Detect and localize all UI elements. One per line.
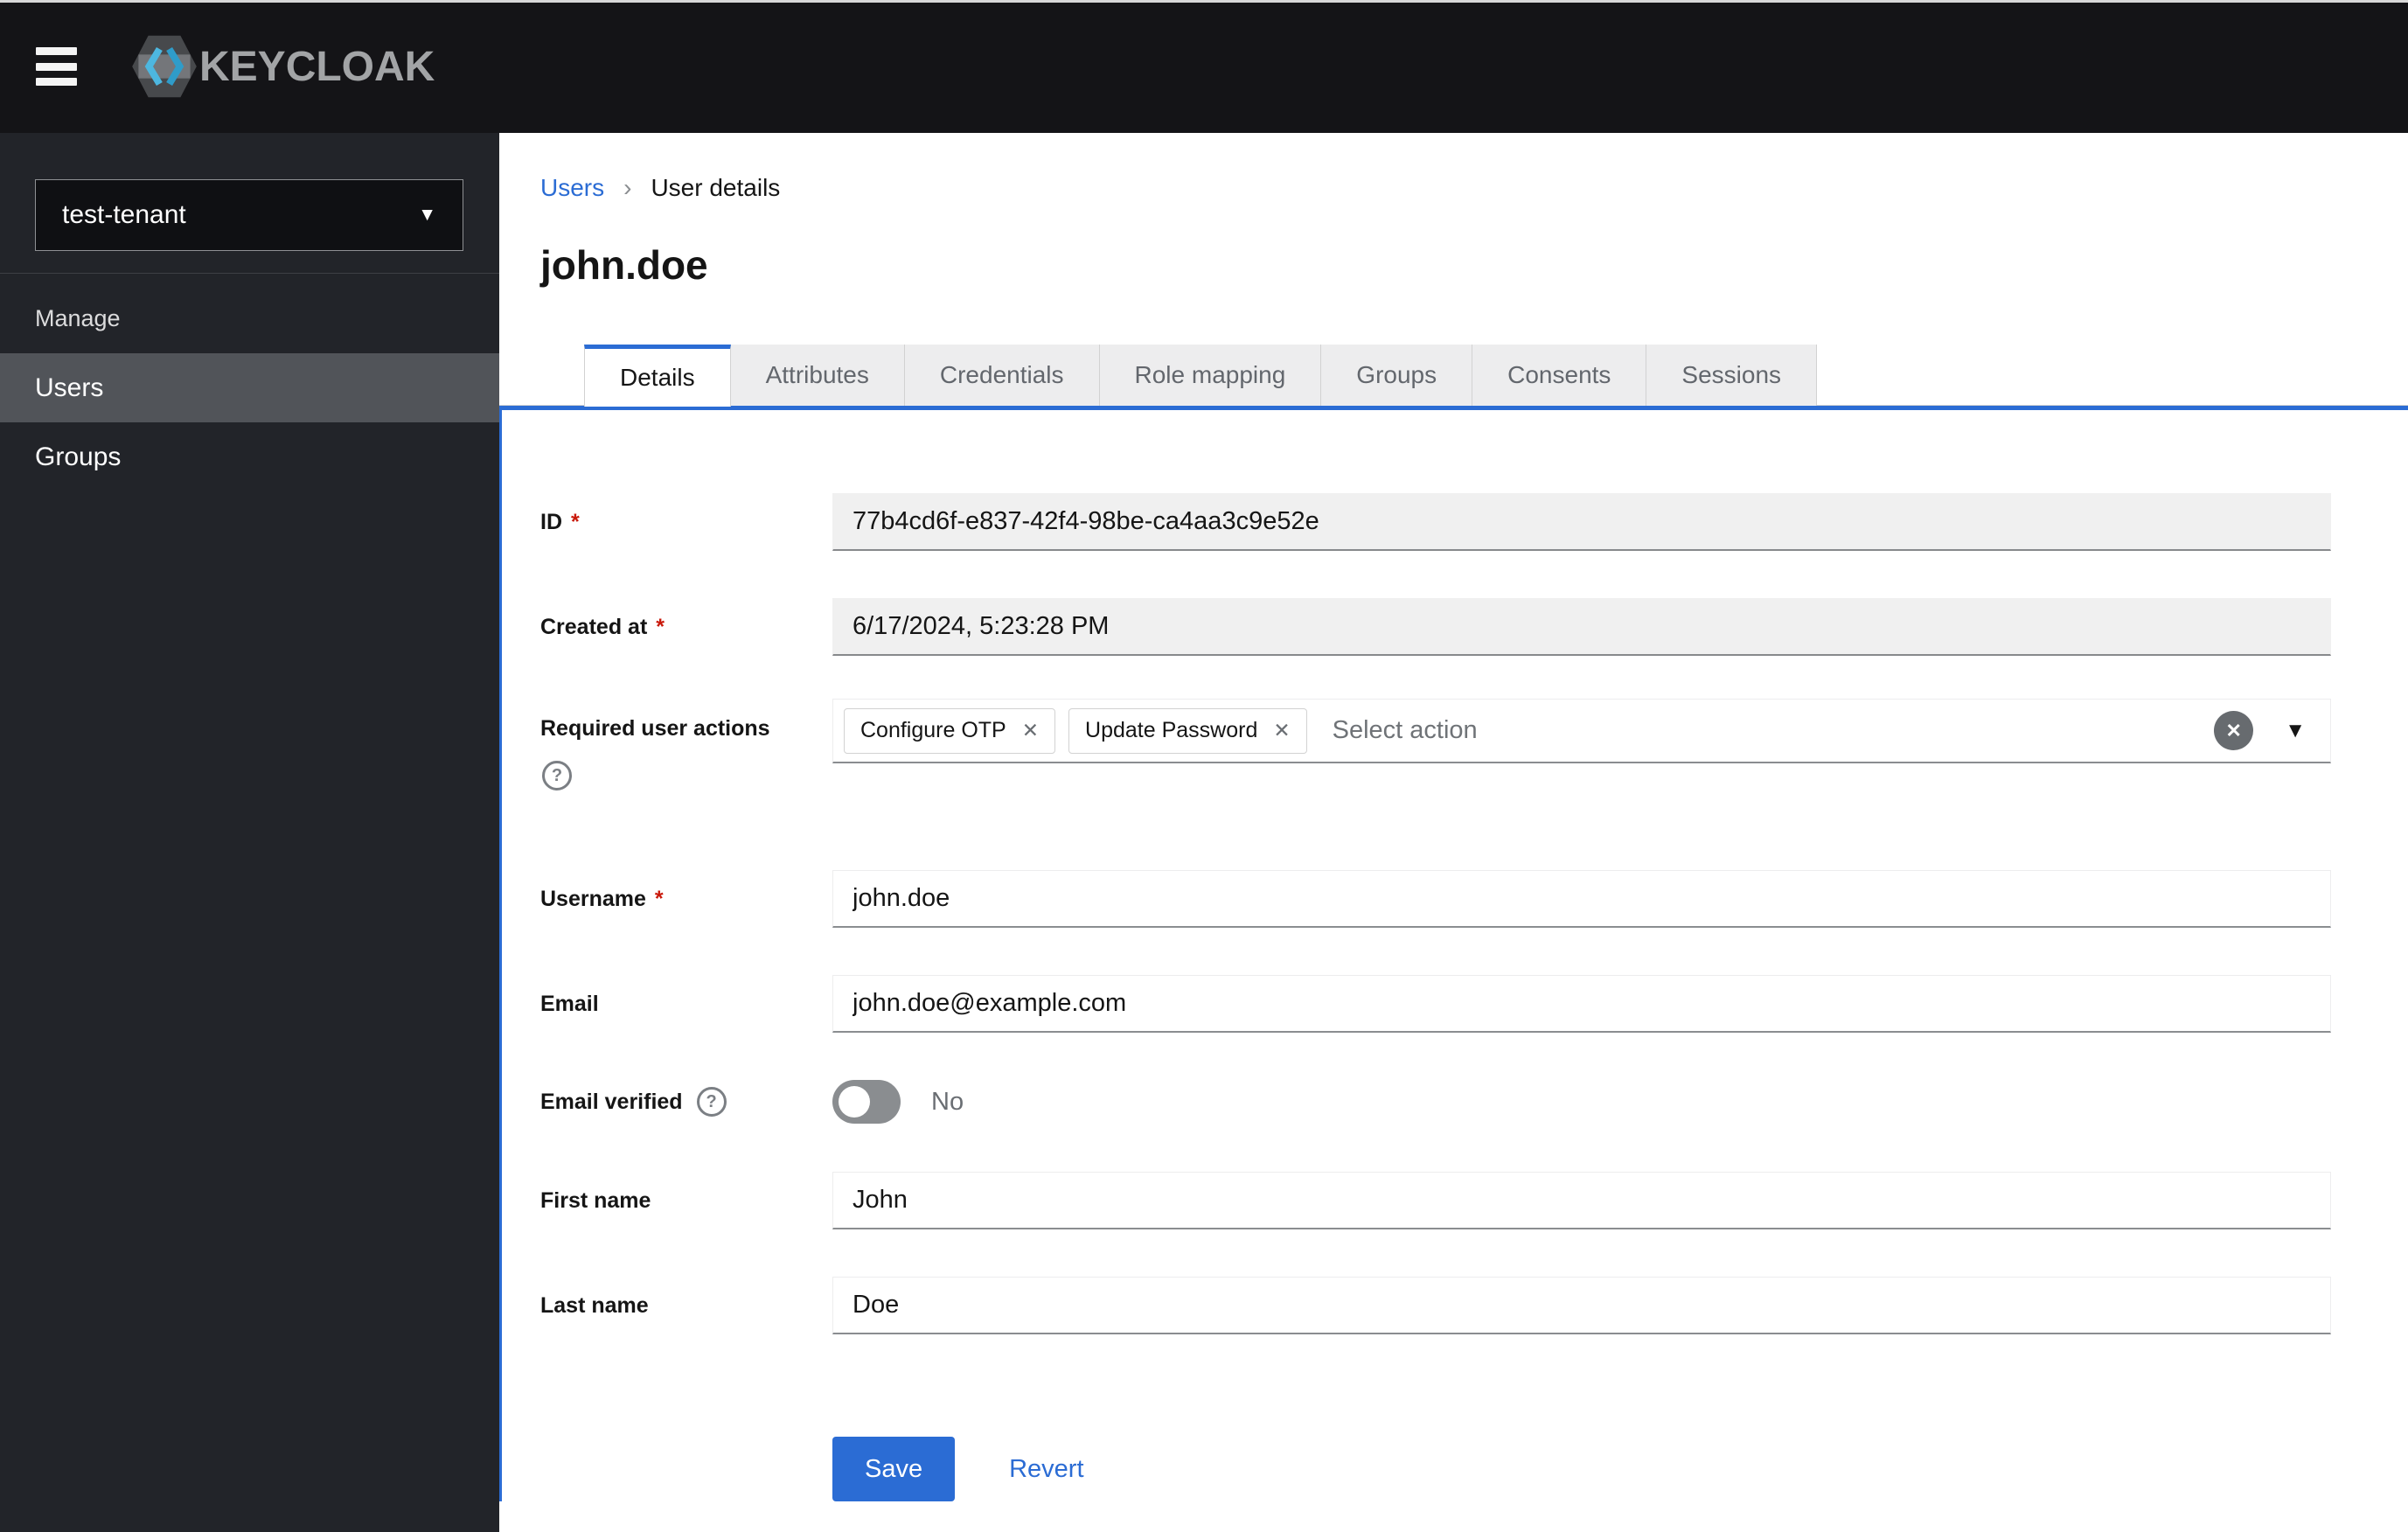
realm-selector[interactable]: test-tenant ▼ [35,179,463,251]
sidebar-nav: Manage Users Groups [0,274,499,491]
chip-remove-icon[interactable]: ✕ [1273,719,1290,742]
breadcrumb: Users › User details [540,173,2408,203]
required-actions-label: Required user actions ? [540,699,832,790]
details-panel: ID* Created at* Required user actions [499,406,2408,1501]
required-asterisk: * [571,509,580,534]
keycloak-logo: KEYCLOAK [129,28,435,105]
sidebar-item-users[interactable]: Users [0,353,499,422]
window-top-edge [0,0,2408,3]
form-actions: Save Revert [540,1437,2408,1501]
form-row-required-actions: Required user actions ? Configure OTP ✕ … [540,699,2408,790]
form-row-last-name: Last name [540,1277,2408,1334]
tab-credentials[interactable]: Credentials [904,345,1100,406]
last-name-label: Last name [540,1292,649,1318]
form-row-email: Email [540,975,2408,1033]
clear-selection-icon[interactable]: ✕ [2214,711,2254,750]
tab-attributes[interactable]: Attributes [730,345,905,406]
sidebar-item-label: Groups [35,442,122,471]
sidebar-item-groups[interactable]: Groups [0,422,499,491]
revert-button[interactable]: Revert [1009,1455,1083,1484]
keycloak-hexagon-icon [132,35,197,98]
chip-configure-otp: Configure OTP ✕ [844,707,1056,754]
required-asterisk: * [656,614,665,639]
form-row-first-name: First name [540,1172,2408,1229]
email-verified-toggle[interactable] [832,1080,901,1124]
created-at-field [832,598,2331,656]
tab-role-mapping[interactable]: Role mapping [1099,345,1322,406]
email-verified-label: Email verified ? [540,1087,832,1117]
save-button[interactable]: Save [832,1437,956,1501]
first-name-label: First name [540,1187,651,1213]
form-row-email-verified: Email verified ? No [540,1080,2408,1124]
nav-section-label: Manage [35,305,121,331]
realm-selector-value: test-tenant [62,200,186,229]
keycloak-admin-console: KEYCLOAK test-tenant ▼ Manage Users Grou… [0,0,2408,1532]
chip-update-password: Update Password ✕ [1068,707,1307,754]
help-icon[interactable]: ? [696,1087,727,1117]
nav-toggle-hamburger-icon[interactable] [36,47,77,86]
brand-text: KEYCLOAK [199,43,435,90]
caret-down-icon[interactable]: ▼ [2285,719,2306,743]
email-label: Email [540,991,599,1016]
form-row-created-at: Created at * [540,598,2408,656]
last-name-field[interactable] [832,1277,2331,1334]
tab-consents[interactable]: Consents [1472,345,1647,406]
chevron-right-icon: › [623,174,632,201]
id-label: ID * [540,509,580,534]
tab-sessions[interactable]: Sessions [1646,345,1818,406]
caret-down-icon: ▼ [418,205,436,225]
masthead: KEYCLOAK [0,0,2408,133]
sidebar-item-label: Users [35,373,104,402]
breadcrumb-users-link[interactable]: Users [540,174,604,202]
toggle-knob [839,1086,870,1118]
help-icon[interactable]: ? [542,761,572,790]
required-actions-multiselect[interactable]: Configure OTP ✕ Update Password ✕ Select… [832,699,2331,763]
form-row-username: Username * [540,870,2408,928]
select-placeholder: Select action [1332,716,1478,744]
email-field[interactable] [832,975,2331,1033]
main-content: Users › User details john.doe Details At… [499,133,2408,1532]
toggle-state-label: No [931,1087,964,1116]
required-asterisk: * [654,886,664,911]
username-field[interactable] [832,870,2331,928]
id-field [832,493,2331,551]
page-title: john.doe [540,242,708,288]
sidebar: test-tenant ▼ Manage Users Groups [0,133,499,1532]
tab-groups[interactable]: Groups [1321,345,1473,406]
tab-details[interactable]: Details [584,345,731,407]
first-name-field[interactable] [832,1172,2331,1229]
created-at-label: Created at * [540,614,665,639]
chip-remove-icon[interactable]: ✕ [1022,719,1039,742]
form-row-id: ID * [540,493,2408,551]
breadcrumb-current: User details [651,174,781,201]
tab-strip: Details Attributes Credentials Role mapp… [499,345,2408,407]
username-label: Username * [540,886,664,911]
